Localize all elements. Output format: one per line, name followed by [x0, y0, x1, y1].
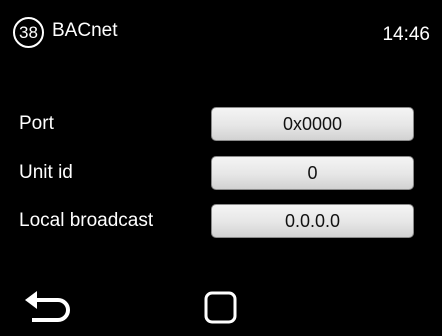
back-button[interactable] — [22, 288, 76, 328]
port-value-button[interactable]: 0x0000 — [211, 107, 414, 141]
unit-id-label: Unit id — [19, 162, 73, 183]
setting-row-unit-id: Unit id 0 — [0, 156, 442, 190]
unit-id-value-button[interactable]: 0 — [211, 156, 414, 190]
footer-bar — [0, 280, 442, 336]
screen-title: BACnet — [52, 20, 118, 41]
clock: 14:46 — [382, 24, 430, 45]
setting-row-port: Port 0x0000 — [0, 107, 442, 141]
local-broadcast-value-button[interactable]: 0.0.0.0 — [211, 204, 414, 238]
page-number-badge: 38 — [13, 17, 44, 48]
setting-row-local-broadcast: Local broadcast 0.0.0.0 — [0, 204, 442, 238]
home-button[interactable] — [204, 291, 237, 324]
back-arrow-icon — [25, 291, 70, 322]
port-label: Port — [19, 113, 54, 134]
local-broadcast-label: Local broadcast — [19, 210, 154, 231]
square-home-icon — [204, 291, 237, 324]
bacnet-settings-screen: 38 BACnet 14:46 Port 0x0000 Unit id 0 Lo… — [0, 0, 442, 336]
header-bar: 38 BACnet 14:46 — [0, 0, 442, 70]
